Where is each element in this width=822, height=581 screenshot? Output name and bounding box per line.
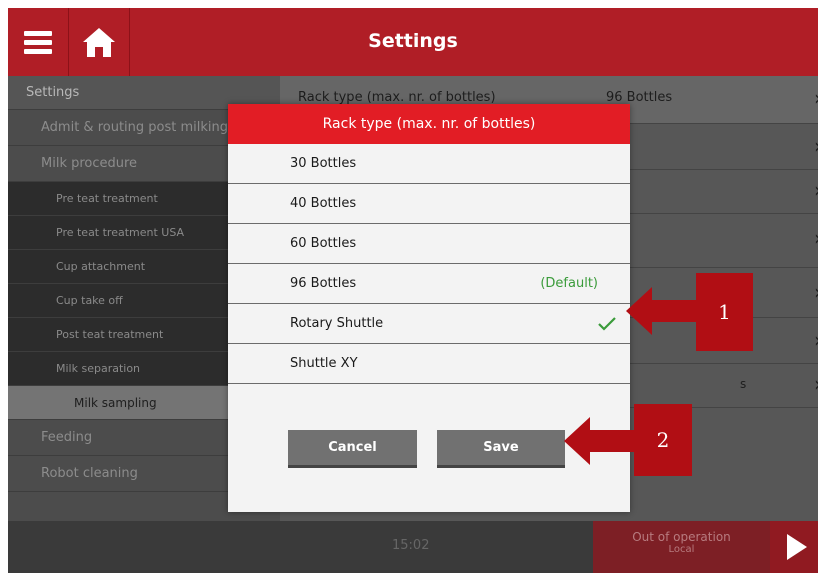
status-subtext: Local: [668, 544, 695, 555]
chevron-right-icon: ›: [814, 280, 818, 304]
app-screen: Settings Settings Admit & routing post m…: [8, 8, 818, 573]
sidebar-item-label: Milk sampling: [74, 395, 157, 410]
sidebar-item-label: Cup attachment: [56, 260, 146, 273]
status-bar: 15:02 Out of operation Local: [8, 521, 818, 573]
chevron-right-icon: ›: [814, 86, 818, 110]
status-text: Out of operation: [632, 530, 731, 544]
chevron-right-icon: ›: [814, 226, 818, 250]
cancel-button[interactable]: Cancel: [288, 430, 417, 468]
checkmark-icon: [598, 317, 616, 331]
start-button[interactable]: [770, 521, 818, 573]
option-label: 40 Bottles: [290, 196, 357, 211]
dialog-title: Rack type (max. nr. of bottles): [228, 104, 630, 144]
sidebar-item-label: Milk separation: [56, 362, 141, 375]
top-bar: Settings: [8, 8, 818, 76]
option-40-bottles[interactable]: 40 Bottles: [228, 184, 630, 224]
sidebar-item-label: Milk procedure: [41, 156, 138, 171]
sidebar-item-label: Feeding: [41, 430, 93, 445]
sidebar-item-label: Post teat treatment: [56, 328, 164, 341]
page-title: Settings: [368, 30, 458, 52]
sidebar-item-label: Pre teat treatment USA: [56, 226, 185, 239]
option-30-bottles[interactable]: 30 Bottles: [228, 144, 630, 184]
option-rotary-shuttle[interactable]: Rotary Shuttle: [228, 304, 630, 344]
option-96-bottles[interactable]: 96 Bottles (Default): [228, 264, 630, 304]
left-arrow-icon: [564, 417, 639, 465]
option-label: 30 Bottles: [290, 156, 357, 171]
play-icon: [787, 534, 807, 560]
default-badge: (Default): [540, 276, 598, 291]
clock: 15:02: [392, 538, 430, 553]
sidebar-item-label: Pre teat treatment: [56, 192, 158, 205]
annotation-number: 2: [634, 404, 692, 476]
option-label: 96 Bottles: [290, 276, 357, 291]
option-60-bottles[interactable]: 60 Bottles: [228, 224, 630, 264]
sidebar-item-label: Settings: [26, 85, 80, 100]
save-button[interactable]: Save: [437, 430, 565, 468]
annotation-number: 1: [696, 273, 753, 351]
option-label: Rotary Shuttle: [290, 316, 384, 331]
chevron-right-icon: ›: [814, 134, 818, 158]
chevron-right-icon: ›: [814, 178, 818, 202]
option-label: 60 Bottles: [290, 236, 357, 251]
option-shuttle-xy[interactable]: Shuttle XY: [228, 344, 630, 384]
chevron-right-icon: ›: [814, 372, 818, 396]
option-label: Shuttle XY: [290, 356, 358, 371]
setting-value: 96 Bottles: [606, 90, 673, 105]
setting-label: Rack type (max. nr. of bottles): [298, 90, 496, 105]
chevron-right-icon: ›: [814, 328, 818, 352]
unit-label: s: [740, 377, 747, 391]
sidebar-item-label: Robot cleaning: [41, 466, 138, 481]
operation-status-button[interactable]: Out of operation Local: [593, 521, 770, 573]
sidebar-item-label: Admit & routing post milking: [41, 120, 229, 135]
sidebar-item-label: Cup take off: [56, 294, 123, 307]
left-arrow-icon: [626, 287, 701, 335]
